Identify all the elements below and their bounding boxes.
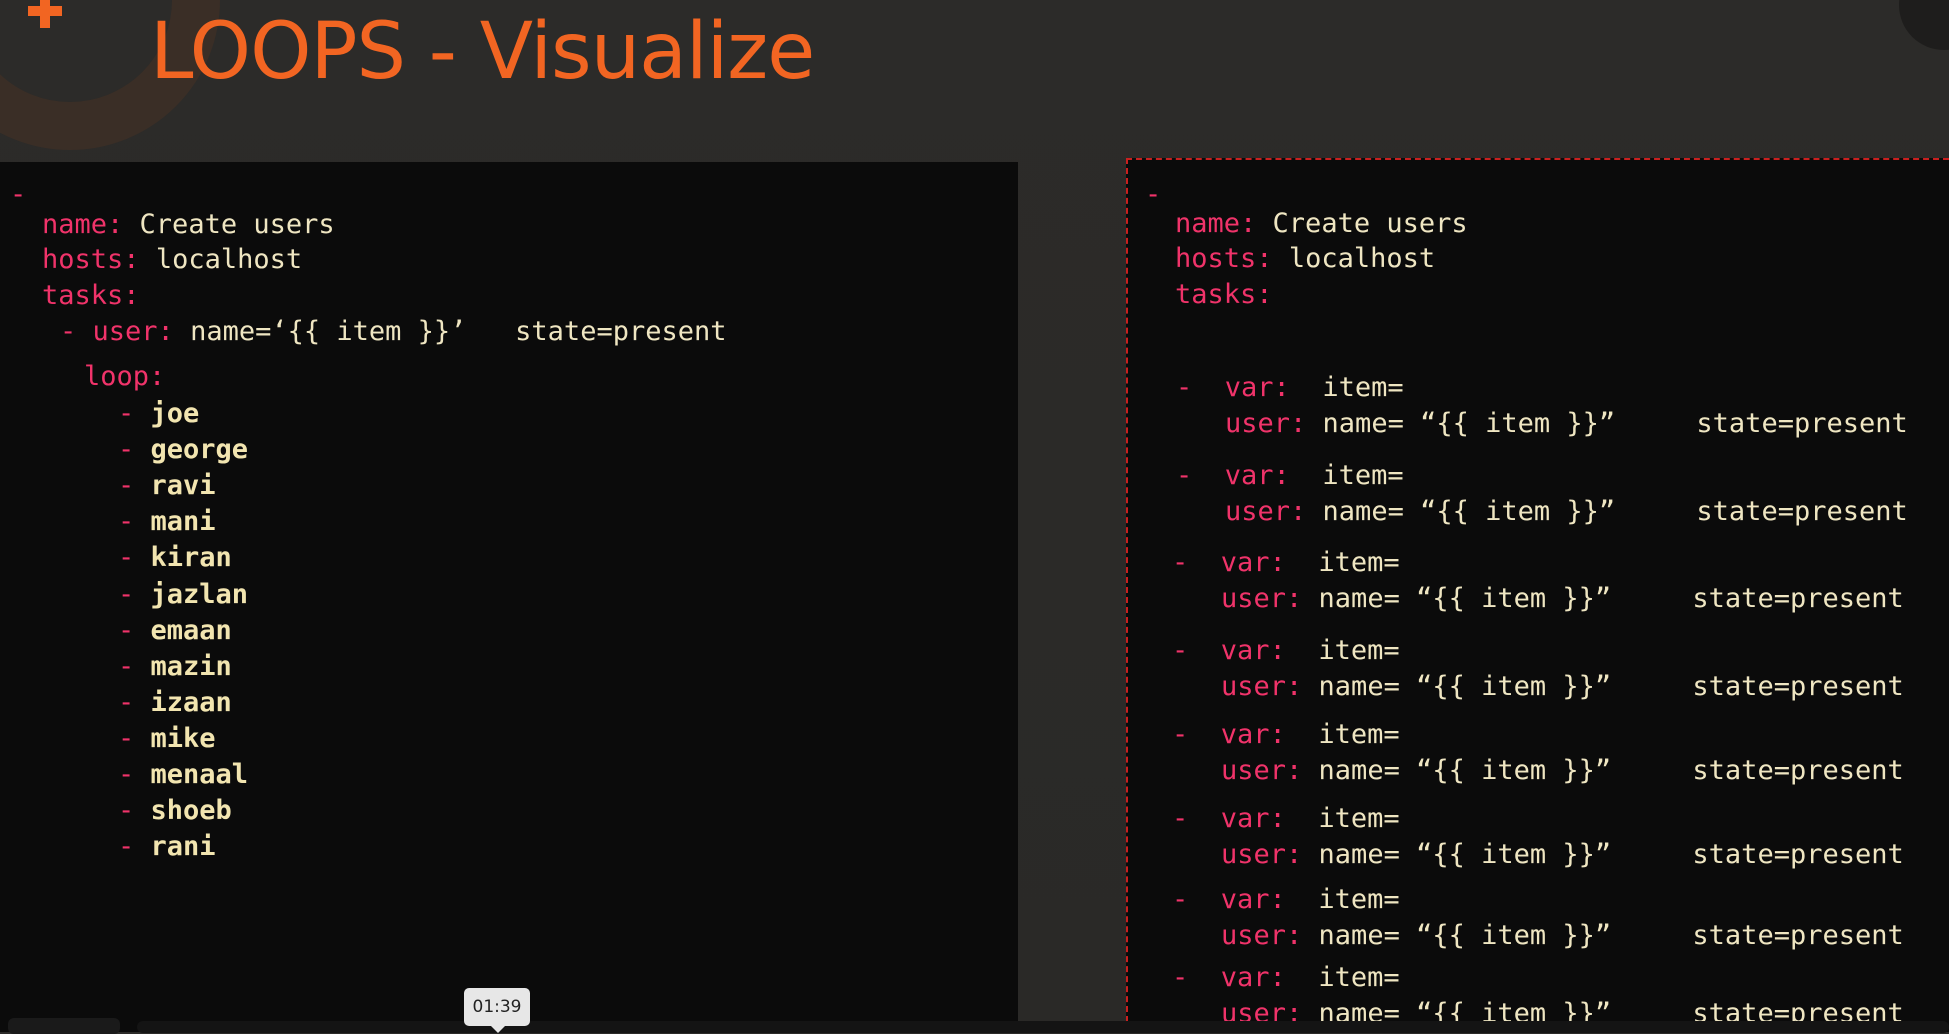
code-panel-loop: - name: Create users hosts: localhost ta… bbox=[0, 162, 1018, 1032]
task-entry-user: user: name= “{{ item }}” state=present bbox=[1225, 496, 1908, 527]
task-entry-user: user: name= “{{ item }}” state=present bbox=[1221, 839, 1904, 870]
task-entry-var: - var: item= bbox=[1172, 635, 1400, 666]
task-entry-var: - var: item= bbox=[1176, 372, 1404, 403]
time-tooltip: 01:39 bbox=[464, 988, 530, 1033]
code-line-name: name: Create users bbox=[1175, 208, 1468, 239]
task-entry-user: user: name= “{{ item }}” state=present bbox=[1221, 755, 1904, 786]
task-entry-var: - var: item= bbox=[1172, 962, 1400, 993]
loop-item: - george bbox=[118, 434, 249, 466]
code-line-hosts: hosts: localhost bbox=[42, 244, 303, 275]
task-entry-user: user: name= “{{ item }}” state=present bbox=[1225, 408, 1908, 439]
loop-item: - rani bbox=[118, 831, 216, 863]
loop-item: - joe bbox=[118, 398, 200, 429]
code-panel-unrolled: - name: Create users hosts: localhost ta… bbox=[1126, 158, 1949, 1032]
code-line-user-task: - user: name=‘{{ item }}’ state=present bbox=[60, 316, 727, 347]
code-line-loop: loop: bbox=[84, 361, 166, 392]
video-controls bbox=[0, 1012, 1949, 1034]
code-line-dash: - bbox=[1145, 179, 1162, 210]
loop-item: - mazin bbox=[118, 650, 232, 682]
loop-item: - shoeb bbox=[118, 795, 232, 827]
task-entry-var: - var: item= bbox=[1176, 460, 1404, 491]
task-entry-user: user: name= “{{ item }}” state=present bbox=[1221, 671, 1904, 702]
plus-icon bbox=[28, 0, 62, 28]
task-entry-var: - var: item= bbox=[1172, 803, 1400, 834]
loop-item: - jazlan bbox=[118, 578, 249, 610]
code-line-tasks: tasks: bbox=[42, 280, 140, 311]
code-line-hosts: hosts: localhost bbox=[1175, 243, 1436, 274]
loop-item: - ravi bbox=[118, 470, 216, 502]
code-line-dash: - bbox=[10, 179, 27, 210]
loop-item: - izaan bbox=[118, 686, 232, 718]
task-entry-var: - var: item= bbox=[1172, 547, 1400, 578]
loop-item: - kiran bbox=[118, 542, 232, 574]
loop-item: - emaan bbox=[118, 614, 232, 646]
loop-item: - mike bbox=[118, 722, 216, 754]
progress-bar[interactable] bbox=[137, 1021, 1949, 1033]
task-entry-user: user: name= “{{ item }}” state=present bbox=[1221, 583, 1904, 614]
code-line-name: name: Create users bbox=[42, 209, 335, 240]
loop-item: - mani bbox=[118, 506, 216, 538]
task-entry-var: - var: item= bbox=[1172, 719, 1400, 750]
code-line-tasks: tasks: bbox=[1175, 279, 1273, 310]
task-entry-var: - var: item= bbox=[1172, 884, 1400, 915]
slide-title: LOOPS - Visualize bbox=[150, 7, 815, 97]
loop-item: - menaal bbox=[118, 759, 249, 790]
task-entry-user: user: name= “{{ item }}” state=present bbox=[1221, 920, 1904, 951]
